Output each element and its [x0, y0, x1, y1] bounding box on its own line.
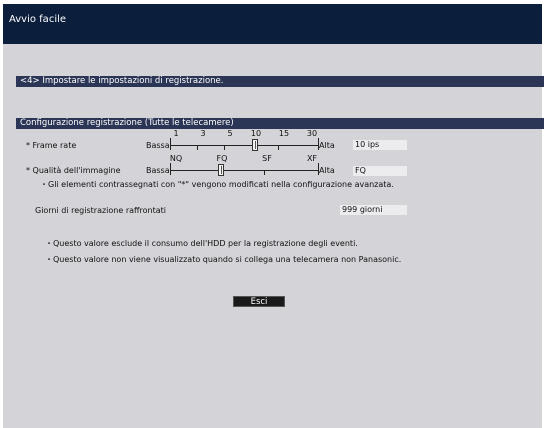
- recording-days-value: 999 giorni: [340, 205, 407, 215]
- title-bar: Avvio facile: [3, 4, 542, 44]
- frame-rate-tick-label: 1: [173, 129, 179, 138]
- slider-track[interactable]: [170, 145, 319, 146]
- frame-rate-slider-thumb[interactable]: [252, 139, 258, 151]
- frame-rate-tick-label: 15: [278, 129, 290, 138]
- frame-rate-low-label: Bassa: [146, 141, 170, 150]
- slider-end: [170, 138, 171, 150]
- quality-tick-label: SF: [262, 154, 272, 163]
- slider-tick: [278, 145, 279, 150]
- image-quality-label: * Qualità dell'immagine: [26, 166, 121, 175]
- slider-track[interactable]: [170, 170, 319, 171]
- window-title: Avvio facile: [9, 14, 67, 25]
- quality-tick-label: XF: [306, 154, 318, 163]
- recording-days-label: Giorni di registrazione raffrontati: [35, 206, 167, 215]
- frame-rate-tick-label: 5: [227, 129, 233, 138]
- image-quality-value: FQ: [353, 166, 407, 176]
- frame-rate-high-label: Alta: [319, 141, 335, 150]
- frame-rate-tick-label: 3: [200, 129, 206, 138]
- frame-rate-label: * Frame rate: [26, 141, 77, 150]
- quality-tick-label: NQ: [169, 154, 183, 163]
- quality-tick-label: FQ: [216, 154, 228, 163]
- image-quality-slider-thumb[interactable]: [218, 164, 224, 176]
- quality-low-label: Bassa: [146, 166, 170, 175]
- note-hdd-events: ・Questo valore esclude il consumo dell'H…: [45, 239, 358, 248]
- advanced-config-note: ・Gli elementi contrassegnati con "*" ven…: [40, 180, 394, 189]
- slider-tick: [264, 170, 265, 175]
- exit-button[interactable]: Esci: [233, 296, 285, 307]
- frame-rate-tick-label: 10: [250, 129, 262, 138]
- step-header: <4> Impostare le impostazioni di registr…: [16, 76, 544, 87]
- recording-config-header: Configurazione registrazione (Tutte le t…: [16, 118, 544, 129]
- note-non-panasonic: ・Questo valore non viene visualizzato qu…: [45, 255, 402, 264]
- slider-tick: [197, 145, 198, 150]
- frame-rate-tick-label: 30: [306, 129, 318, 138]
- quality-high-label: Alta: [319, 166, 335, 175]
- slider-tick: [224, 145, 225, 150]
- easy-start-window: Avvio facile <4> Impostare le impostazio…: [3, 4, 544, 428]
- frame-rate-value: 10 ips: [353, 140, 407, 150]
- slider-end: [170, 163, 171, 175]
